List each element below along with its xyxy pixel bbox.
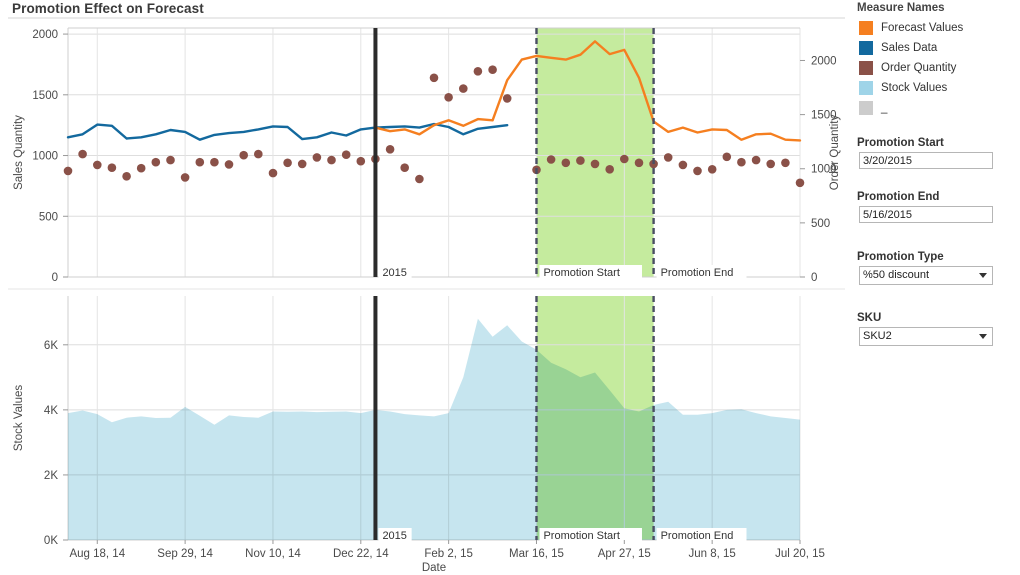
- svg-text:1000: 1000: [32, 151, 58, 163]
- svg-text:2000: 2000: [32, 29, 58, 41]
- chart-area: 2015 Promotion Start Promotion End 2015 Prom…: [0, 0, 845, 575]
- svg-text:2000: 2000: [811, 55, 837, 67]
- legend-item-label: Order Quantity: [881, 62, 957, 74]
- chevron-down-icon: [979, 334, 987, 339]
- svg-text:2K: 2K: [44, 470, 58, 482]
- legend-item-order-quantity[interactable]: Order Quantity: [859, 58, 1020, 78]
- color-swatch: [859, 101, 873, 115]
- svg-text:1500: 1500: [32, 90, 58, 102]
- legend-item-stock-values[interactable]: Stock Values: [859, 78, 1020, 98]
- color-swatch: [859, 41, 873, 55]
- color-swatch: [859, 61, 873, 75]
- color-swatch: [859, 81, 873, 95]
- svg-text:Apr 27, 15: Apr 27, 15: [598, 548, 651, 560]
- svg-text:0K: 0K: [44, 535, 58, 547]
- svg-text:Aug 18, 14: Aug 18, 14: [69, 548, 125, 560]
- color-swatch: [859, 21, 873, 35]
- promotion-type-control: Promotion Type %50 discount: [853, 251, 1020, 285]
- svg-text:Jun 8, 15: Jun 8, 15: [688, 548, 735, 560]
- legend-item-forecast-values[interactable]: Forecast Values: [859, 18, 1020, 38]
- promotion-start-label: Promotion Start: [857, 137, 944, 149]
- legend-item-label: Stock Values: [881, 82, 948, 94]
- svg-text:Nov 10, 14: Nov 10, 14: [245, 548, 301, 560]
- legend-item-null[interactable]: _: [859, 98, 1020, 118]
- svg-text:Sales Quantity: Sales Quantity: [13, 115, 25, 190]
- svg-text:Sep 29, 14: Sep 29, 14: [157, 548, 213, 560]
- sku-value: SKU2: [863, 330, 892, 342]
- sku-select[interactable]: SKU2: [859, 327, 993, 346]
- promotion-end-label: Promotion End: [857, 191, 940, 203]
- svg-text:Feb 2, 15: Feb 2, 15: [424, 548, 473, 560]
- controls-panel: Measure Names Forecast Values Sales Data…: [853, 0, 1020, 575]
- svg-text:Promotion End: Promotion End: [661, 530, 734, 542]
- legend-item-label: Sales Data: [881, 42, 938, 54]
- svg-text:Promotion Start: Promotion Start: [543, 530, 619, 542]
- dashboard-root: Promotion Effect on Forecast 2015 Promoti…: [0, 0, 1020, 575]
- svg-text:Jul 20, 15: Jul 20, 15: [775, 548, 825, 560]
- svg-text:0: 0: [811, 272, 817, 284]
- svg-text:500: 500: [39, 211, 58, 223]
- svg-text:2015: 2015: [382, 530, 406, 542]
- sku-label: SKU: [857, 312, 882, 324]
- promotion-start-control: Promotion Start 3/20/2015: [853, 137, 1020, 169]
- svg-text:Dec 22, 14: Dec 22, 14: [333, 548, 389, 560]
- svg-text:4K: 4K: [44, 405, 58, 417]
- legend-title: Measure Names: [857, 2, 945, 14]
- svg-text:Mar 16, 15: Mar 16, 15: [509, 548, 564, 560]
- legend-item-label: _: [881, 102, 888, 114]
- svg-text:6K: 6K: [44, 340, 58, 352]
- promotion-type-value: %50 discount: [863, 269, 930, 281]
- svg-text:Date: Date: [422, 562, 446, 574]
- chart-svg: 2015 Promotion Start Promotion End 2015 Prom…: [8, 17, 845, 574]
- svg-text:Promotion Start: Promotion Start: [543, 267, 619, 279]
- svg-text:500: 500: [811, 218, 830, 230]
- promotion-start-input[interactable]: 3/20/2015: [859, 152, 993, 169]
- svg-text:Promotion End: Promotion End: [661, 267, 734, 279]
- promotion-end-input[interactable]: 5/16/2015: [859, 206, 993, 223]
- promotion-type-select[interactable]: %50 discount: [859, 266, 993, 285]
- legend-item-sales-data[interactable]: Sales Data: [859, 38, 1020, 58]
- chevron-down-icon: [979, 273, 987, 278]
- svg-text:0: 0: [52, 272, 58, 284]
- sku-control: SKU SKU2: [853, 312, 1020, 346]
- svg-text:Order Quantity: Order Quantity: [829, 115, 841, 191]
- svg-text:Stock Values: Stock Values: [13, 385, 25, 452]
- promotion-type-label: Promotion Type: [857, 251, 944, 263]
- legend-item-label: Forecast Values: [881, 22, 964, 34]
- promotion-end-control: Promotion End 5/16/2015: [853, 191, 1020, 223]
- svg-text:2015: 2015: [382, 267, 406, 279]
